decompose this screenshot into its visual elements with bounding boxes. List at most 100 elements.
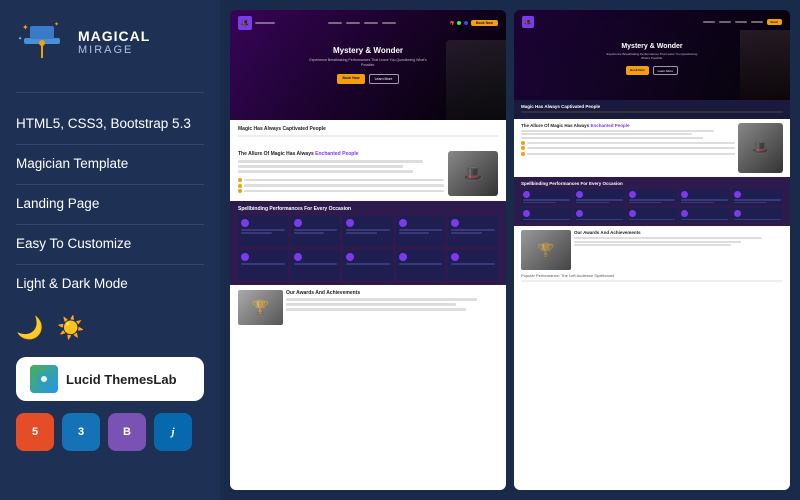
- feature-item-template: Magician Template: [16, 145, 204, 185]
- mock-allure-dark-text: The Allure Of Magic Has Always Enchanted…: [521, 123, 735, 173]
- mock-hero-sub-1: Experience Breathtaking Performances Tha…: [308, 58, 428, 68]
- mock-allure-image: 🎩: [448, 151, 498, 196]
- mock-card-icon-2: [294, 219, 302, 227]
- bootstrap-badge: B: [108, 413, 146, 451]
- mock-learn-btn-1[interactable]: Learn More: [369, 74, 399, 84]
- mock-card-4: [396, 216, 446, 246]
- mock-hero-content-1: Mystery & Wonder Experience Breathtaking…: [308, 46, 428, 84]
- mock-spell-dark: Spellbinding Performances For Every Occa…: [514, 177, 790, 227]
- feature-list: HTML5, CSS3, Bootstrap 5.3 Magician Temp…: [16, 105, 204, 303]
- mock-card-line-1a: [241, 229, 285, 231]
- left-panel: ✦ ✦ ✦ MAGICAL MIRAGE HTML5, CSS3, Bootst…: [0, 0, 220, 500]
- feature-item-mode: Light & Dark Mode: [16, 265, 204, 304]
- logo-section: ✦ ✦ ✦ MAGICAL MIRAGE: [16, 16, 204, 68]
- mock-section-captivated-1: Magic Has Always Captivated People: [230, 120, 506, 146]
- mock-awards-section-1: 🏆 Our Awards And Achievements: [230, 285, 506, 490]
- mock-book-btn-2[interactable]: Book Now: [626, 66, 649, 75]
- mock-card-line-4a: [399, 229, 443, 231]
- preview-col-1: 🎩 "> Book Now Mystery &: [230, 10, 506, 490]
- right-panel: 🎩 "> Book Now Mystery &: [220, 0, 800, 500]
- mock-hero-btns-2: Book Now Learn More: [602, 66, 702, 75]
- bootstrap-label: B: [123, 426, 131, 438]
- mock-hero-content-2: Mystery & Wonder Experience Breathtaking…: [602, 43, 702, 76]
- mock-spell-dark-card-1: [521, 189, 572, 206]
- mock-card-5: [448, 216, 498, 246]
- mock-card-icon-6: [241, 253, 249, 261]
- logo-name: MAGICAL: [78, 28, 150, 44]
- mock-award-img-1: 🏆: [238, 290, 283, 325]
- mock-card-line-1b: [241, 232, 272, 234]
- mock-allure-dark-grid: The Allure Of Magic Has Always Enchanted…: [521, 123, 783, 173]
- mock-awards-dark: 🏆 Our Awards And Achievements Popular Pe…: [514, 226, 790, 490]
- mock-hero-sub-2: Experience Breathtaking Performances Tha…: [602, 53, 702, 61]
- mock-card-line-10: [451, 263, 495, 265]
- mock-card-line-8: [346, 263, 390, 265]
- mock-spell-dark-card-9: [679, 208, 730, 222]
- mock-spell-dark-row1: [521, 189, 783, 206]
- mock-card-2: [291, 216, 341, 246]
- light-mode-icon[interactable]: ☀️: [57, 315, 84, 341]
- mock-hero-title-1: Mystery & Wonder: [308, 46, 428, 55]
- mock-card-8: [343, 250, 393, 280]
- mock-card-line-2b: [294, 232, 325, 234]
- mock-spell-dark-card-7: [574, 208, 625, 222]
- mock-card-icon-1: [241, 219, 249, 227]
- lucid-badge[interactable]: Lucid ThemesLab: [16, 357, 204, 401]
- mock-spell-dark-card-5: [732, 189, 783, 206]
- mock-spell-dark-card-3: [627, 189, 678, 206]
- mock-spell-dark-card-4: [679, 189, 730, 206]
- css3-badge: 3: [62, 413, 100, 451]
- mock-learn-btn-2[interactable]: Learn More: [653, 66, 678, 75]
- divider: [16, 92, 204, 93]
- html5-label: 5: [32, 426, 38, 438]
- mock-card-line-6: [241, 263, 285, 265]
- mock-bullet-3: [238, 189, 444, 193]
- logo-sub: MIRAGE: [78, 44, 150, 56]
- mock-allure-grid: The Allure Of Magic Has Always Enchanted…: [238, 151, 498, 196]
- mock-allure-text: The Allure Of Magic Has Always Enchanted…: [238, 151, 444, 196]
- html5-badge: 5: [16, 413, 54, 451]
- mock-hero-1: 🎩 "> Book Now Mystery &: [230, 10, 506, 120]
- mock-book-btn-1[interactable]: Book Now: [337, 74, 364, 84]
- mock-card-1: [238, 216, 288, 246]
- mock-card-6: [238, 250, 288, 280]
- css3-label: 3: [78, 426, 84, 438]
- mock-hero-title-2: Mystery & Wonder: [602, 43, 702, 50]
- mock-spell-dark-card-10: [732, 208, 783, 222]
- jquery-label: j: [171, 426, 174, 438]
- mock-spell-cards-1: [238, 216, 498, 246]
- mock-spell-dark-card-2: [574, 189, 625, 206]
- mock-card-3: [343, 216, 393, 246]
- mock-spell-dark-card-8: [627, 208, 678, 222]
- mock-card-icon-7: [294, 253, 302, 261]
- lucid-badge-text: Lucid ThemesLab: [66, 372, 177, 387]
- feature-item-html: HTML5, CSS3, Bootstrap 5.3: [16, 105, 204, 145]
- mock-card-icon-4: [399, 219, 407, 227]
- mock-card-line-5a: [451, 229, 495, 231]
- feature-item-landing: Landing Page: [16, 185, 204, 225]
- mock-spell-cards-row2: [238, 250, 498, 280]
- mock-spell-dark-card-6: [521, 208, 572, 222]
- svg-text:✦: ✦: [54, 21, 59, 28]
- lucid-badge-icon: [30, 365, 58, 393]
- mock-hero-nav-2: 🎩 Book: [514, 16, 790, 28]
- mock-card-line-4b: [399, 232, 430, 234]
- logo-icon: ✦ ✦ ✦: [16, 16, 68, 68]
- mock-card-10: [448, 250, 498, 280]
- mock-title-cap-dark: Magic Has Always Captivated People: [521, 104, 783, 109]
- mock-section-title-spell-1: Spellbinding Performances For Every Occa…: [238, 206, 498, 212]
- mock-spell-dark-row2: [521, 208, 783, 222]
- mock-allure-dark-image: 🎩: [738, 123, 783, 173]
- mock-card-icon-3: [346, 219, 354, 227]
- jquery-badge: j: [154, 413, 192, 451]
- mock-section-allure-1: The Allure Of Magic Has Always Enchanted…: [230, 146, 506, 201]
- mock-award-dark-text: Our Awards And Achievements: [574, 230, 783, 270]
- logo-text: MAGICAL MIRAGE: [78, 28, 150, 56]
- mock-hero-nav-1: 🎩 "> Book Now: [230, 16, 506, 30]
- mock-bullet-2: [238, 184, 444, 188]
- preview-col-2: 🎩 Book Mystery & Wonder Experience Breat…: [514, 10, 790, 490]
- mock-card-icon-5: [451, 219, 459, 227]
- dark-mode-icon[interactable]: 🌙: [16, 315, 43, 341]
- mock-card-icon-8: [346, 253, 354, 261]
- mock-awards-dark-grid: 🏆 Our Awards And Achievements: [521, 230, 783, 270]
